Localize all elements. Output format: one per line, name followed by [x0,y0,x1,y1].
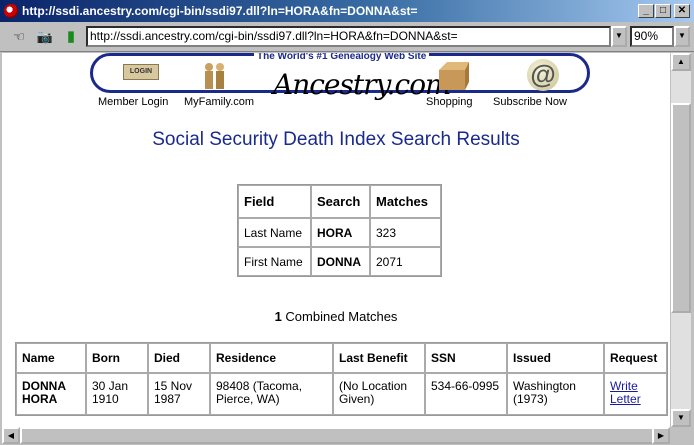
born-cell: 30 Jan 1910 [86,373,148,415]
ancestry-logo[interactable]: Ancestry.com [273,68,452,101]
last-benefit-cell: (No Location Given) [333,373,425,415]
column-header: Born [86,343,148,373]
benefit-line-2: Given) [339,392,375,406]
column-header: Request [604,343,667,373]
table-row: First Name DONNA 2071 [238,247,441,276]
born-day: 30 Jan [92,379,129,393]
scroll-right-arrow-icon[interactable]: ▶ [652,427,670,444]
benefit-line-1: (No Location [339,379,408,393]
issued-state: Washington [513,379,576,393]
results-table: Name Born Died Residence Last Benefit SS… [15,342,668,416]
green-page-icon[interactable]: ▮ [62,29,80,45]
column-header: SSN [425,343,507,373]
browser-app-icon [4,4,18,18]
combined-label: Combined Matches [285,309,398,324]
family-icon[interactable] [201,61,229,91]
issued-year: (1973) [513,392,548,406]
shopping-link[interactable]: Shopping [426,96,473,108]
first-name: DONNA [22,379,66,393]
column-header: Residence [210,343,333,373]
write-letter-link[interactable]: Write Letter [610,379,641,406]
combined-matches-text: 1 Combined Matches [2,309,670,324]
window-title-bar[interactable]: http://ssdi.ancestry.com/cgi-bin/ssdi97.… [0,0,694,22]
email-at-icon[interactable]: @ [527,59,559,91]
hand-tool-icon[interactable]: ☜ [10,29,28,45]
column-header: Search [311,185,370,218]
residence-place: Pierce, WA) [216,392,280,406]
address-toolbar: ☜ 📷 ▮ http://ssdi.ancestry.com/cgi-bin/s… [0,22,694,52]
minimize-button[interactable]: _ [638,4,654,18]
scrollbar-corner [671,427,691,444]
combined-count: 1 [274,309,282,324]
window-title: http://ssdi.ancestry.com/cgi-bin/ssdi97.… [22,4,418,18]
page-viewport: LOGIN Ancestry.com @ The World's #1 Gene… [2,53,670,427]
field-cell: Last Name [238,218,311,247]
close-button[interactable]: ✕ [674,4,690,18]
died-year: 1987 [154,392,181,406]
residence-cell: 98408 (Tacoma, Pierce, WA) [210,373,333,415]
maximize-button[interactable]: □ [655,4,671,18]
table-row: Last Name HORA 323 [238,218,441,247]
search-summary-table: Field Search Matches Last Name HORA 323 … [237,184,442,277]
table-row: DONNA HORA 30 Jan 1910 15 Nov 1987 98408… [16,373,667,415]
url-input[interactable]: http://ssdi.ancestry.com/cgi-bin/ssdi97.… [86,26,611,47]
shopping-box-icon[interactable] [435,60,469,92]
vertical-scrollbar[interactable]: ▲ ▼ [671,53,691,427]
myfamily-link[interactable]: MyFamily.com [184,96,254,108]
horizontal-scroll-thumb[interactable] [20,427,656,444]
issued-cell: Washington (1973) [507,373,604,415]
search-cell: DONNA [311,247,370,276]
horizontal-scrollbar[interactable]: ◀ ▶ [2,427,670,444]
column-header: Issued [507,343,604,373]
url-dropdown-button[interactable]: ▼ [611,26,627,47]
field-cell: First Name [238,247,311,276]
column-header: Matches [370,185,441,218]
matches-cell: 2071 [370,247,441,276]
scroll-down-arrow-icon[interactable]: ▼ [671,409,691,427]
born-year: 1910 [92,392,119,406]
column-header: Field [238,185,311,218]
vertical-scroll-thumb[interactable] [671,103,691,313]
column-header: Last Benefit [333,343,425,373]
member-login-link[interactable]: Member Login [98,96,168,108]
zoom-select[interactable]: 90% [630,26,674,47]
banner-tagline: The World's #1 Genealogy Web Site [254,53,430,62]
ssn-cell: 534-66-0995 [425,373,507,415]
scroll-up-arrow-icon[interactable]: ▲ [671,53,691,71]
scroll-left-arrow-icon[interactable]: ◀ [2,427,20,444]
request-cell: Write Letter [604,373,667,415]
table-header-row: Name Born Died Residence Last Benefit SS… [16,343,667,373]
name-cell: DONNA HORA [16,373,86,415]
table-header-row: Field Search Matches [238,185,441,218]
last-name: HORA [22,392,58,406]
write-letter-line-1[interactable]: Write [610,379,638,393]
column-header: Name [16,343,86,373]
died-cell: 15 Nov 1987 [148,373,210,415]
page-title: Social Security Death Index Search Resul… [152,129,520,150]
subscribe-now-link[interactable]: Subscribe Now [493,96,567,108]
zoom-dropdown-button[interactable]: ▼ [674,26,690,47]
residence-zip: 98408 (Tacoma, [216,379,303,393]
login-button[interactable]: LOGIN [123,64,159,80]
write-letter-line-2[interactable]: Letter [610,392,641,406]
camera-icon[interactable]: 📷 [36,29,54,45]
search-cell: HORA [311,218,370,247]
died-day: 15 Nov [154,379,193,393]
matches-cell: 323 [370,218,441,247]
column-header: Died [148,343,210,373]
